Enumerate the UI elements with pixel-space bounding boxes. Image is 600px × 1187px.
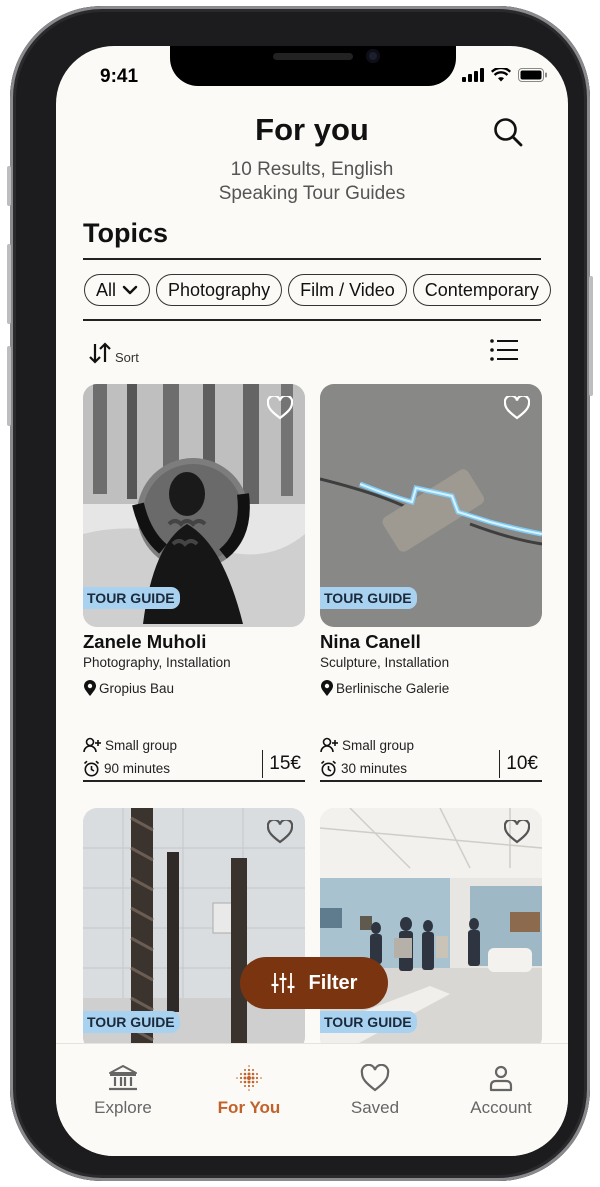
card-image: TOUR GUIDE (320, 808, 542, 1051)
nav-for-you[interactable]: For You (189, 1044, 309, 1156)
add-person-icon (83, 737, 101, 753)
group-label: Small group (105, 737, 178, 753)
list-view-icon[interactable] (490, 339, 518, 361)
duration-label: 90 minutes (104, 761, 171, 776)
nav-label: Saved (350, 1098, 400, 1117)
guide-location: Berlinische Galerie (320, 680, 542, 697)
tour-guide-badge: TOUR GUIDE (320, 1011, 417, 1033)
guide-card[interactable]: TOUR GUIDE Zanele Muholi Photography, In… (83, 384, 305, 782)
wifi-icon (491, 68, 511, 82)
museum-icon (109, 1065, 137, 1091)
screen: 9:41 For you 10 Results, English Speakin… (56, 46, 568, 1156)
price: 10€ (499, 749, 538, 778)
heart-icon[interactable] (267, 396, 293, 420)
volume-up-button (7, 244, 11, 324)
dots-sunburst-icon (236, 1065, 262, 1091)
alarm-clock-icon (320, 760, 337, 777)
heart-icon[interactable] (504, 820, 530, 844)
nav-explore[interactable]: Explore (63, 1044, 183, 1156)
phone-frame: 9:41 For you 10 Results, English Speakin… (7, 6, 593, 1181)
notch (170, 46, 456, 86)
add-person-icon (320, 737, 338, 753)
guide-card[interactable]: TOUR GUIDE Nina Canell Sculpture, Instal… (320, 384, 542, 782)
chip-all[interactable]: All (84, 274, 151, 306)
location-name: Berlinische Galerie (336, 681, 450, 696)
signal-icon (462, 68, 484, 82)
divider (83, 319, 541, 321)
sort-arrows-icon (89, 342, 111, 364)
location-pin-icon (84, 680, 96, 696)
chip-film-video[interactable]: Film / Video (288, 274, 407, 306)
bottom-nav: Explore For You Saved Account (56, 1043, 568, 1156)
card-footer: Small group 90 minutes 15€ (83, 737, 305, 782)
divider (83, 258, 541, 260)
location-name: Gropius Bau (99, 681, 175, 696)
sort-label: Sort (115, 350, 139, 365)
speaker (273, 53, 353, 60)
camera (366, 49, 380, 63)
heart-icon (360, 1064, 390, 1092)
person-icon (489, 1065, 513, 1092)
topics-heading: Topics (83, 218, 169, 248)
location-pin-icon (321, 680, 333, 696)
guide-location: Gropius Bau (83, 680, 305, 697)
chip-label: Photography (168, 279, 271, 300)
guide-card[interactable]: TOUR GUIDE (83, 808, 305, 1051)
battery-icon (518, 68, 547, 82)
sliders-icon (271, 973, 295, 993)
card-image: TOUR GUIDE (83, 384, 305, 627)
nav-label: For You (217, 1098, 281, 1117)
chip-label: Film / Video (300, 279, 395, 300)
guide-categories: Sculpture, Installation (320, 655, 450, 670)
search-icon[interactable] (492, 116, 524, 148)
heart-icon[interactable] (267, 820, 293, 844)
chip-contemporary[interactable]: Contemporary (412, 274, 551, 306)
guide-card[interactable]: TOUR GUIDE (320, 808, 542, 1051)
group-label: Small group (342, 737, 415, 753)
chip-label: Contemporary (424, 279, 539, 300)
guide-name: Nina Canell (320, 631, 421, 652)
alarm-clock-icon (83, 760, 100, 777)
nav-saved[interactable]: Saved (315, 1044, 435, 1156)
chevron-down-icon (122, 285, 138, 295)
heart-icon[interactable] (504, 396, 530, 420)
topic-chips: All Photography Film / Video Contemporar… (84, 274, 568, 306)
results-summary-line2: Speaking Tour Guides (218, 183, 406, 204)
card-footer: Small group 30 minutes 10€ (320, 737, 542, 782)
tour-guide-badge: TOUR GUIDE (320, 587, 417, 609)
nav-label: Account (470, 1098, 532, 1117)
status-time: 9:41 (100, 66, 139, 87)
results-summary-line1: 10 Results, English (230, 159, 394, 180)
chip-label: All (96, 279, 117, 300)
duration-label: 30 minutes (341, 761, 408, 776)
sort-button[interactable]: Sort (88, 341, 139, 365)
tour-guide-badge: TOUR GUIDE (83, 587, 180, 609)
silent-switch (7, 166, 11, 206)
price: 15€ (262, 749, 301, 778)
nav-label: Explore (94, 1098, 152, 1117)
filter-label: Filter (308, 971, 358, 994)
tour-guide-badge: TOUR GUIDE (83, 1011, 180, 1033)
divider (320, 780, 542, 782)
nav-account[interactable]: Account (441, 1044, 561, 1156)
volume-down-button (7, 346, 11, 426)
divider (83, 780, 305, 782)
power-button (589, 276, 593, 396)
filter-button[interactable]: Filter (240, 957, 388, 1009)
chip-photography[interactable]: Photography (156, 274, 283, 306)
card-image: TOUR GUIDE (320, 384, 542, 627)
card-image: TOUR GUIDE (83, 808, 305, 1051)
guide-name: Zanele Muholi (83, 631, 207, 652)
guide-categories: Photography, Installation (83, 655, 231, 670)
results-summary: 10 Results, English Speaking Tour Guides (56, 158, 568, 206)
status-icons (462, 68, 548, 82)
